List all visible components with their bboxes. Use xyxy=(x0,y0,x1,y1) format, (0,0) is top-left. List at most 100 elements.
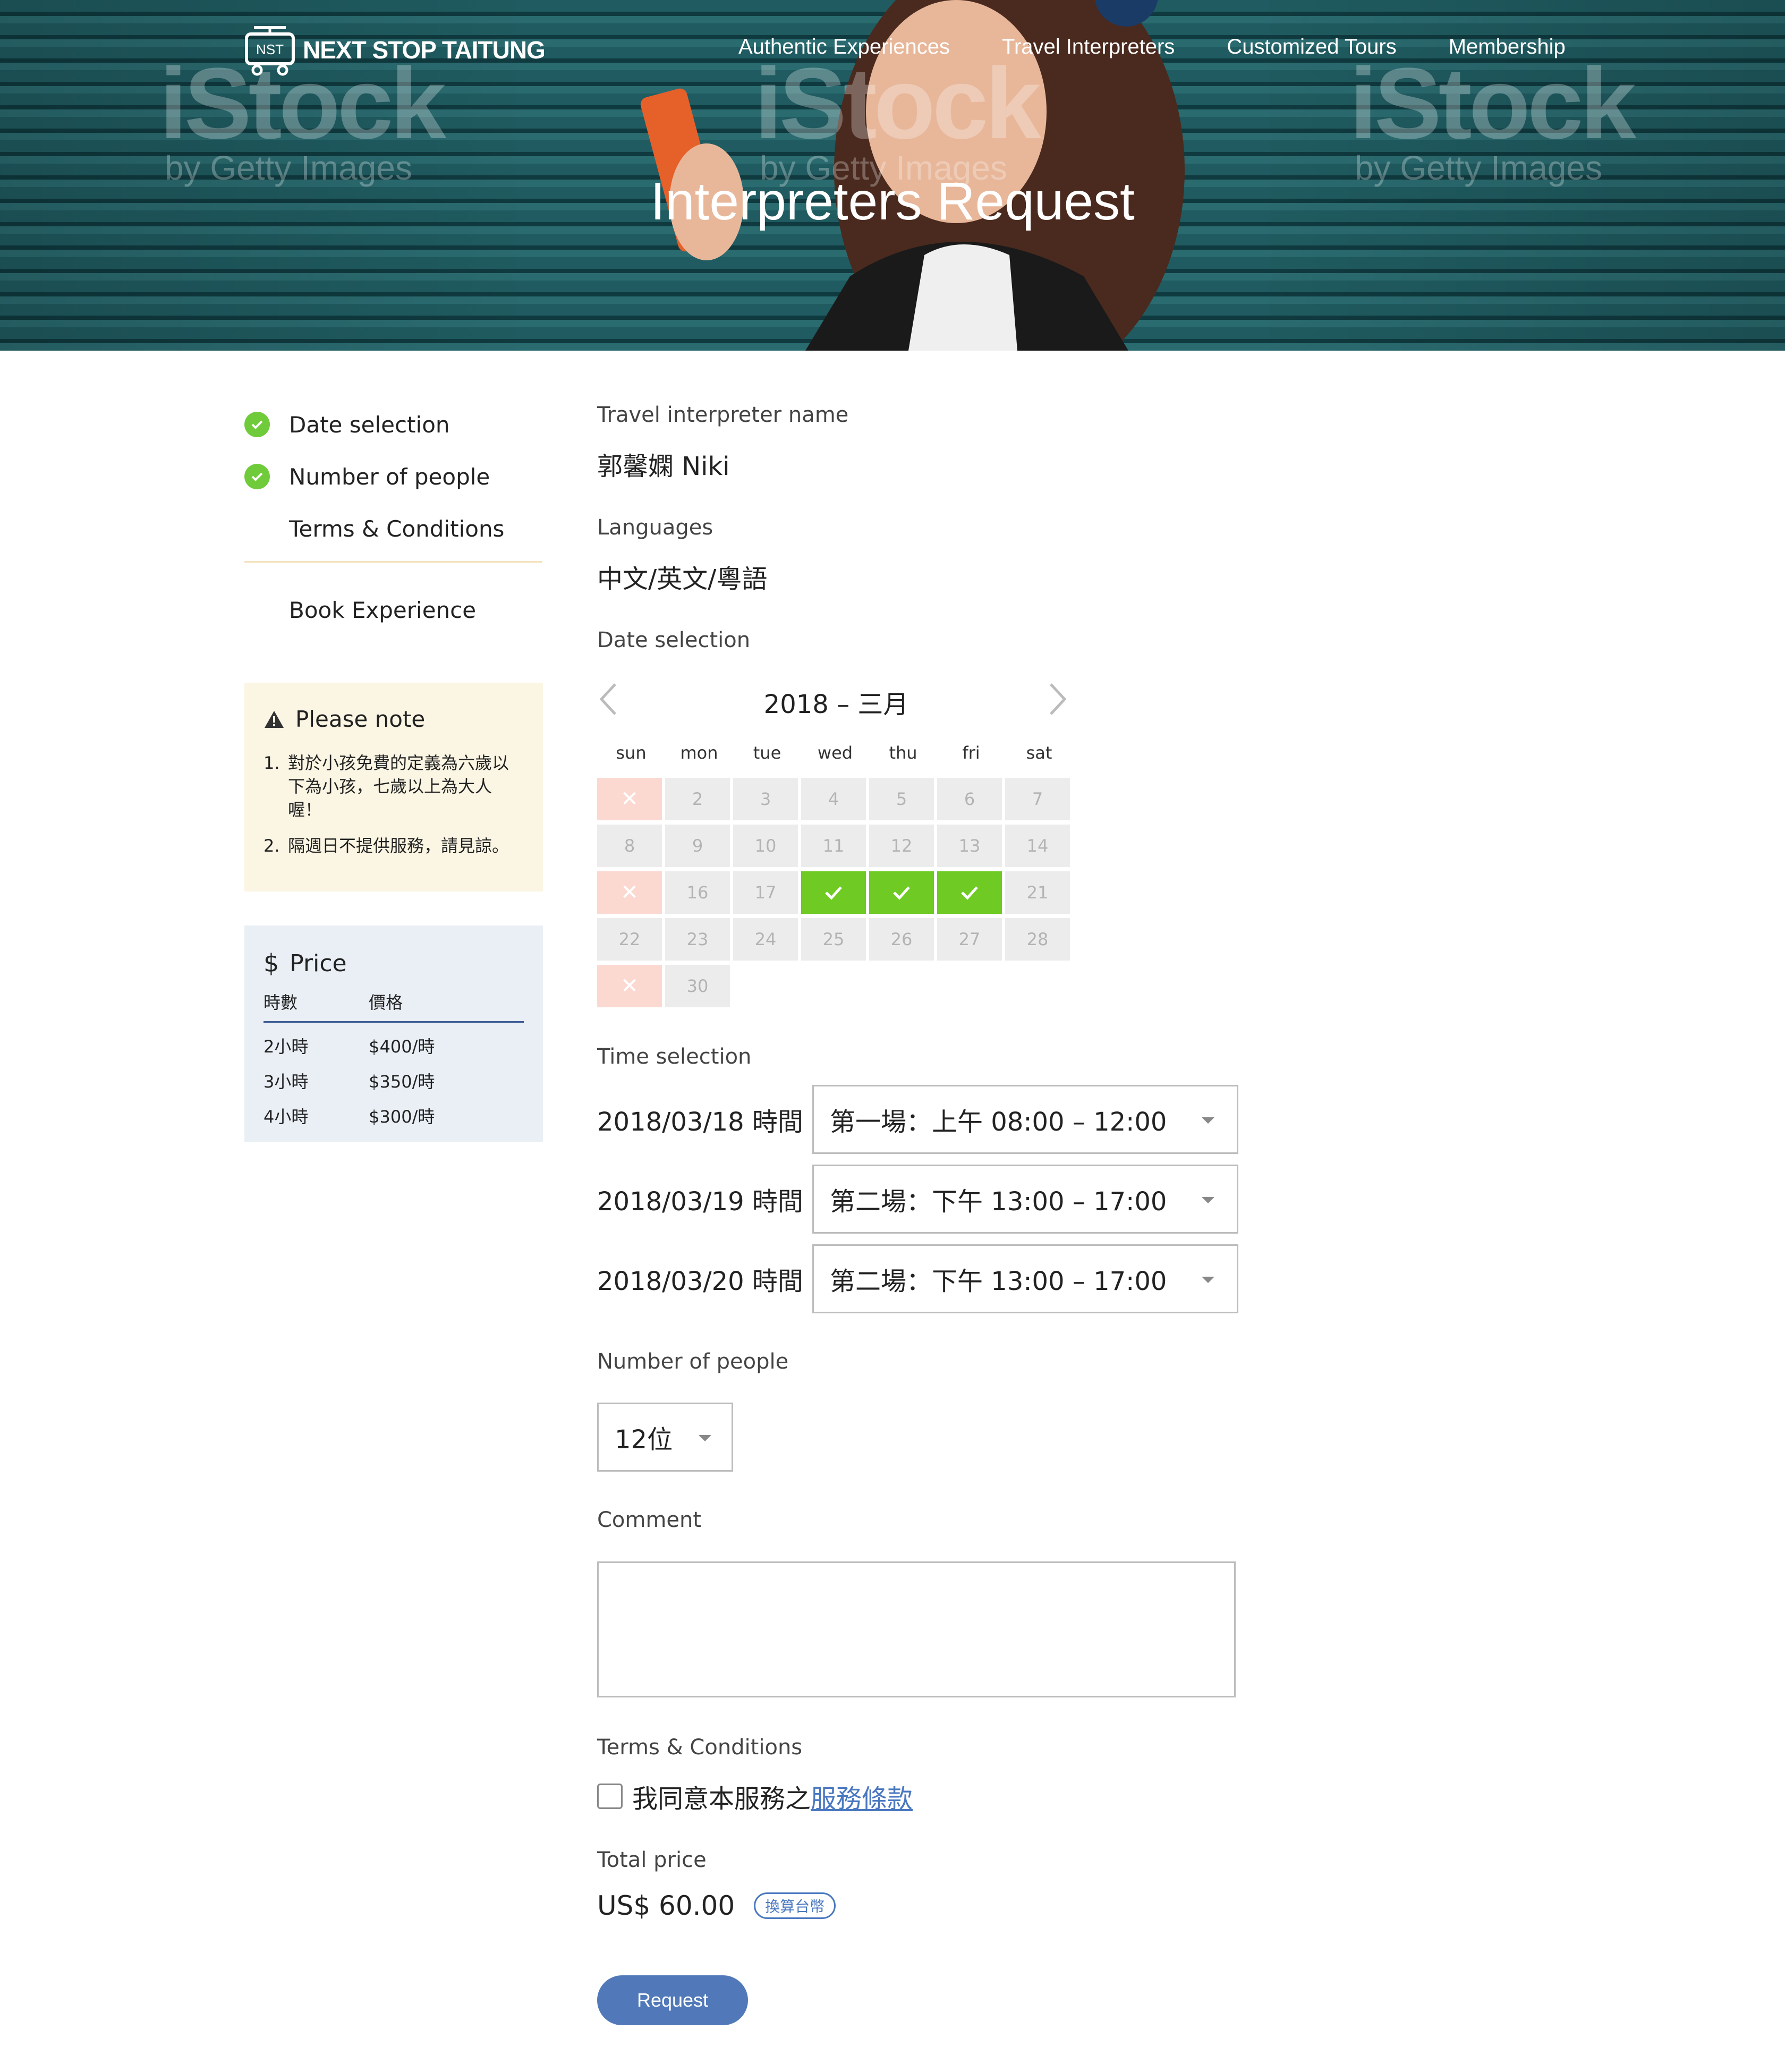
step-label: Book Experience xyxy=(289,597,477,623)
request-button[interactable]: Request xyxy=(597,1975,748,2025)
terms-link[interactable]: 服務條款 xyxy=(811,1778,913,1815)
weekday-label: fri xyxy=(962,743,980,763)
logo-badge: NST xyxy=(256,41,284,57)
dollar-icon: $ xyxy=(264,949,279,978)
terms-text: 我同意本服務之 xyxy=(632,1784,811,1814)
calendar-day[interactable]: 7 xyxy=(1005,778,1070,820)
calendar-day[interactable]: 2 xyxy=(665,778,730,820)
step-terms-conditions[interactable]: Terms & Conditions xyxy=(244,503,542,555)
hero-banner: iStock by Getty Images iStock by Getty Ima… xyxy=(0,0,1785,351)
time-row: 2018/03/18 時間 第一場：上午 08:00 – 12:00 xyxy=(597,1085,1238,1154)
site-logo[interactable]: NST NEXT STOP TAITUNG xyxy=(243,23,546,77)
calendar-day[interactable]: 4 xyxy=(801,778,866,820)
table-row: 3小時 $350/時 xyxy=(264,1072,435,1092)
calendar-day[interactable]: 26 xyxy=(869,918,934,961)
nav-travel-interpreters[interactable]: Travel Interpreters xyxy=(1002,35,1175,59)
time-slot-select[interactable]: 第一場：上午 08:00 – 12:00 xyxy=(812,1085,1238,1154)
nav-authentic-experiences[interactable]: Authentic Experiences xyxy=(738,35,950,59)
calendar-day[interactable]: 6 xyxy=(937,778,1002,820)
languages-label: Languages xyxy=(597,515,713,540)
time-selection-label: Time selection xyxy=(597,1045,752,1069)
calendar-day[interactable]: 12 xyxy=(869,825,934,867)
page-title: Interpreters Request xyxy=(650,172,1135,231)
please-note-box: Please note 1. 對於小孩免費的定義為六歲以下為小孩，七歲以上為大人喔… xyxy=(244,683,543,891)
calendar-day[interactable]: 23 xyxy=(665,918,730,961)
interpreter-name: 郭馨嫻 Niki xyxy=(597,452,730,481)
calendar-day[interactable]: 13 xyxy=(937,825,1002,867)
calendar-day-selected[interactable] xyxy=(937,871,1002,914)
chevron-right-icon[interactable] xyxy=(1048,682,1069,721)
calendar-day[interactable]: 28 xyxy=(1005,918,1070,961)
calendar-day[interactable]: 11 xyxy=(801,825,866,867)
time-row-date: 2018/03/20 時間 xyxy=(597,1267,803,1296)
number-of-people-select[interactable]: 12位 xyxy=(597,1403,733,1472)
step-label: Date selection xyxy=(289,411,450,438)
calendar-header: 2018 – 三月 xyxy=(597,680,1075,719)
calendar-day[interactable]: 27 xyxy=(937,918,1002,961)
calendar-day-unavailable: ✕ xyxy=(597,965,662,1007)
weekday-label: sat xyxy=(1026,743,1052,763)
check-circle-icon xyxy=(244,464,270,489)
weekday-label: sun xyxy=(616,743,647,763)
languages-value: 中文/英文/粵語 xyxy=(597,564,768,594)
calendar-day[interactable]: 10 xyxy=(733,825,798,867)
logo-text: NEXT STOP TAITUNG xyxy=(303,36,546,64)
calendar-day[interactable]: 24 xyxy=(733,918,798,961)
price-table: 時數 價格 2小時 $400/時 3小時 $350/時 4小時 $300/時 xyxy=(264,989,524,1128)
note-list: 1. 對於小孩免費的定義為六歲以下為小孩，七歲以上為大人喔！ 2. 隔週日不提供服務… xyxy=(264,751,524,857)
progress-steps: Date selection Number of people Terms & … xyxy=(244,398,542,636)
note-title: Please note xyxy=(295,706,426,732)
calendar-day[interactable]: 3 xyxy=(733,778,798,820)
calendar-day[interactable]: 9 xyxy=(665,825,730,867)
calendar-day-selected[interactable] xyxy=(869,871,934,914)
calendar-day[interactable]: 16 xyxy=(665,871,730,914)
step-label: Terms & Conditions xyxy=(289,515,505,542)
terms-checkbox[interactable] xyxy=(597,1784,623,1809)
watermark: iStock by Getty Images xyxy=(754,47,1041,187)
table-row: 4小時 $300/時 xyxy=(264,1107,435,1127)
price-title: Price xyxy=(290,949,347,977)
caret-down-icon xyxy=(1202,1117,1214,1124)
time-row: 2018/03/19 時間 第二場：下午 13:00 – 17:00 xyxy=(597,1165,1238,1234)
time-row-date: 2018/03/19 時間 xyxy=(597,1187,803,1217)
time-slot-select[interactable]: 第二場：下午 13:00 – 17:00 xyxy=(812,1244,1238,1313)
time-row-date: 2018/03/18 時間 xyxy=(597,1107,803,1137)
terms-label: Terms & Conditions xyxy=(597,1735,803,1760)
nav-membership[interactable]: Membership xyxy=(1449,35,1566,59)
check-circle-icon xyxy=(244,412,270,437)
weekday-label: mon xyxy=(680,743,718,763)
calendar-day[interactable]: 17 xyxy=(733,871,798,914)
step-date-selection[interactable]: Date selection xyxy=(244,398,542,451)
caret-down-icon xyxy=(699,1435,711,1441)
checkmark-icon xyxy=(825,886,842,900)
calendar-day-unavailable: ✕ xyxy=(597,778,662,820)
warning-icon xyxy=(265,710,284,728)
total-price-label: Total price xyxy=(597,1848,707,1872)
calendar-day[interactable]: 25 xyxy=(801,918,866,961)
time-row: 2018/03/20 時間 第二場：下午 13:00 – 17:00 xyxy=(597,1244,1238,1313)
calendar-day[interactable]: 5 xyxy=(869,778,934,820)
time-slot-select[interactable]: 第二場：下午 13:00 – 17:00 xyxy=(812,1165,1238,1234)
step-number-of-people[interactable]: Number of people xyxy=(244,451,542,503)
note-item: 2. 隔週日不提供服務，請見諒。 xyxy=(264,836,509,856)
caret-down-icon xyxy=(1202,1277,1214,1283)
calendar-day[interactable]: 30 xyxy=(665,965,730,1007)
number-of-people-label: Number of people xyxy=(597,1349,789,1374)
calendar-day[interactable]: 22 xyxy=(597,918,662,961)
tram-logo-icon: NST xyxy=(245,26,295,76)
total-price: US$ 60.00 換算台幣 xyxy=(597,1890,836,1921)
calendar-day[interactable]: 8 xyxy=(597,825,662,867)
calendar-day-selected[interactable] xyxy=(801,871,866,914)
checkmark-icon xyxy=(961,886,978,900)
nav-customized-tours[interactable]: Customized Tours xyxy=(1227,35,1396,59)
convert-currency-badge[interactable]: 換算台幣 xyxy=(754,1892,836,1919)
weekday-label: thu xyxy=(889,743,917,763)
step-book-experience[interactable]: Book Experience xyxy=(244,584,542,636)
comment-textarea[interactable] xyxy=(597,1561,1236,1697)
calendar-day[interactable]: 14 xyxy=(1005,825,1070,867)
calendar-weekdays: sun mon tue wed thu fri sat xyxy=(597,743,1073,763)
watermark: iStock by Getty Images xyxy=(1349,47,1636,187)
divider xyxy=(244,561,542,563)
comment-label: Comment xyxy=(597,1508,701,1532)
calendar-day[interactable]: 21 xyxy=(1005,871,1070,914)
